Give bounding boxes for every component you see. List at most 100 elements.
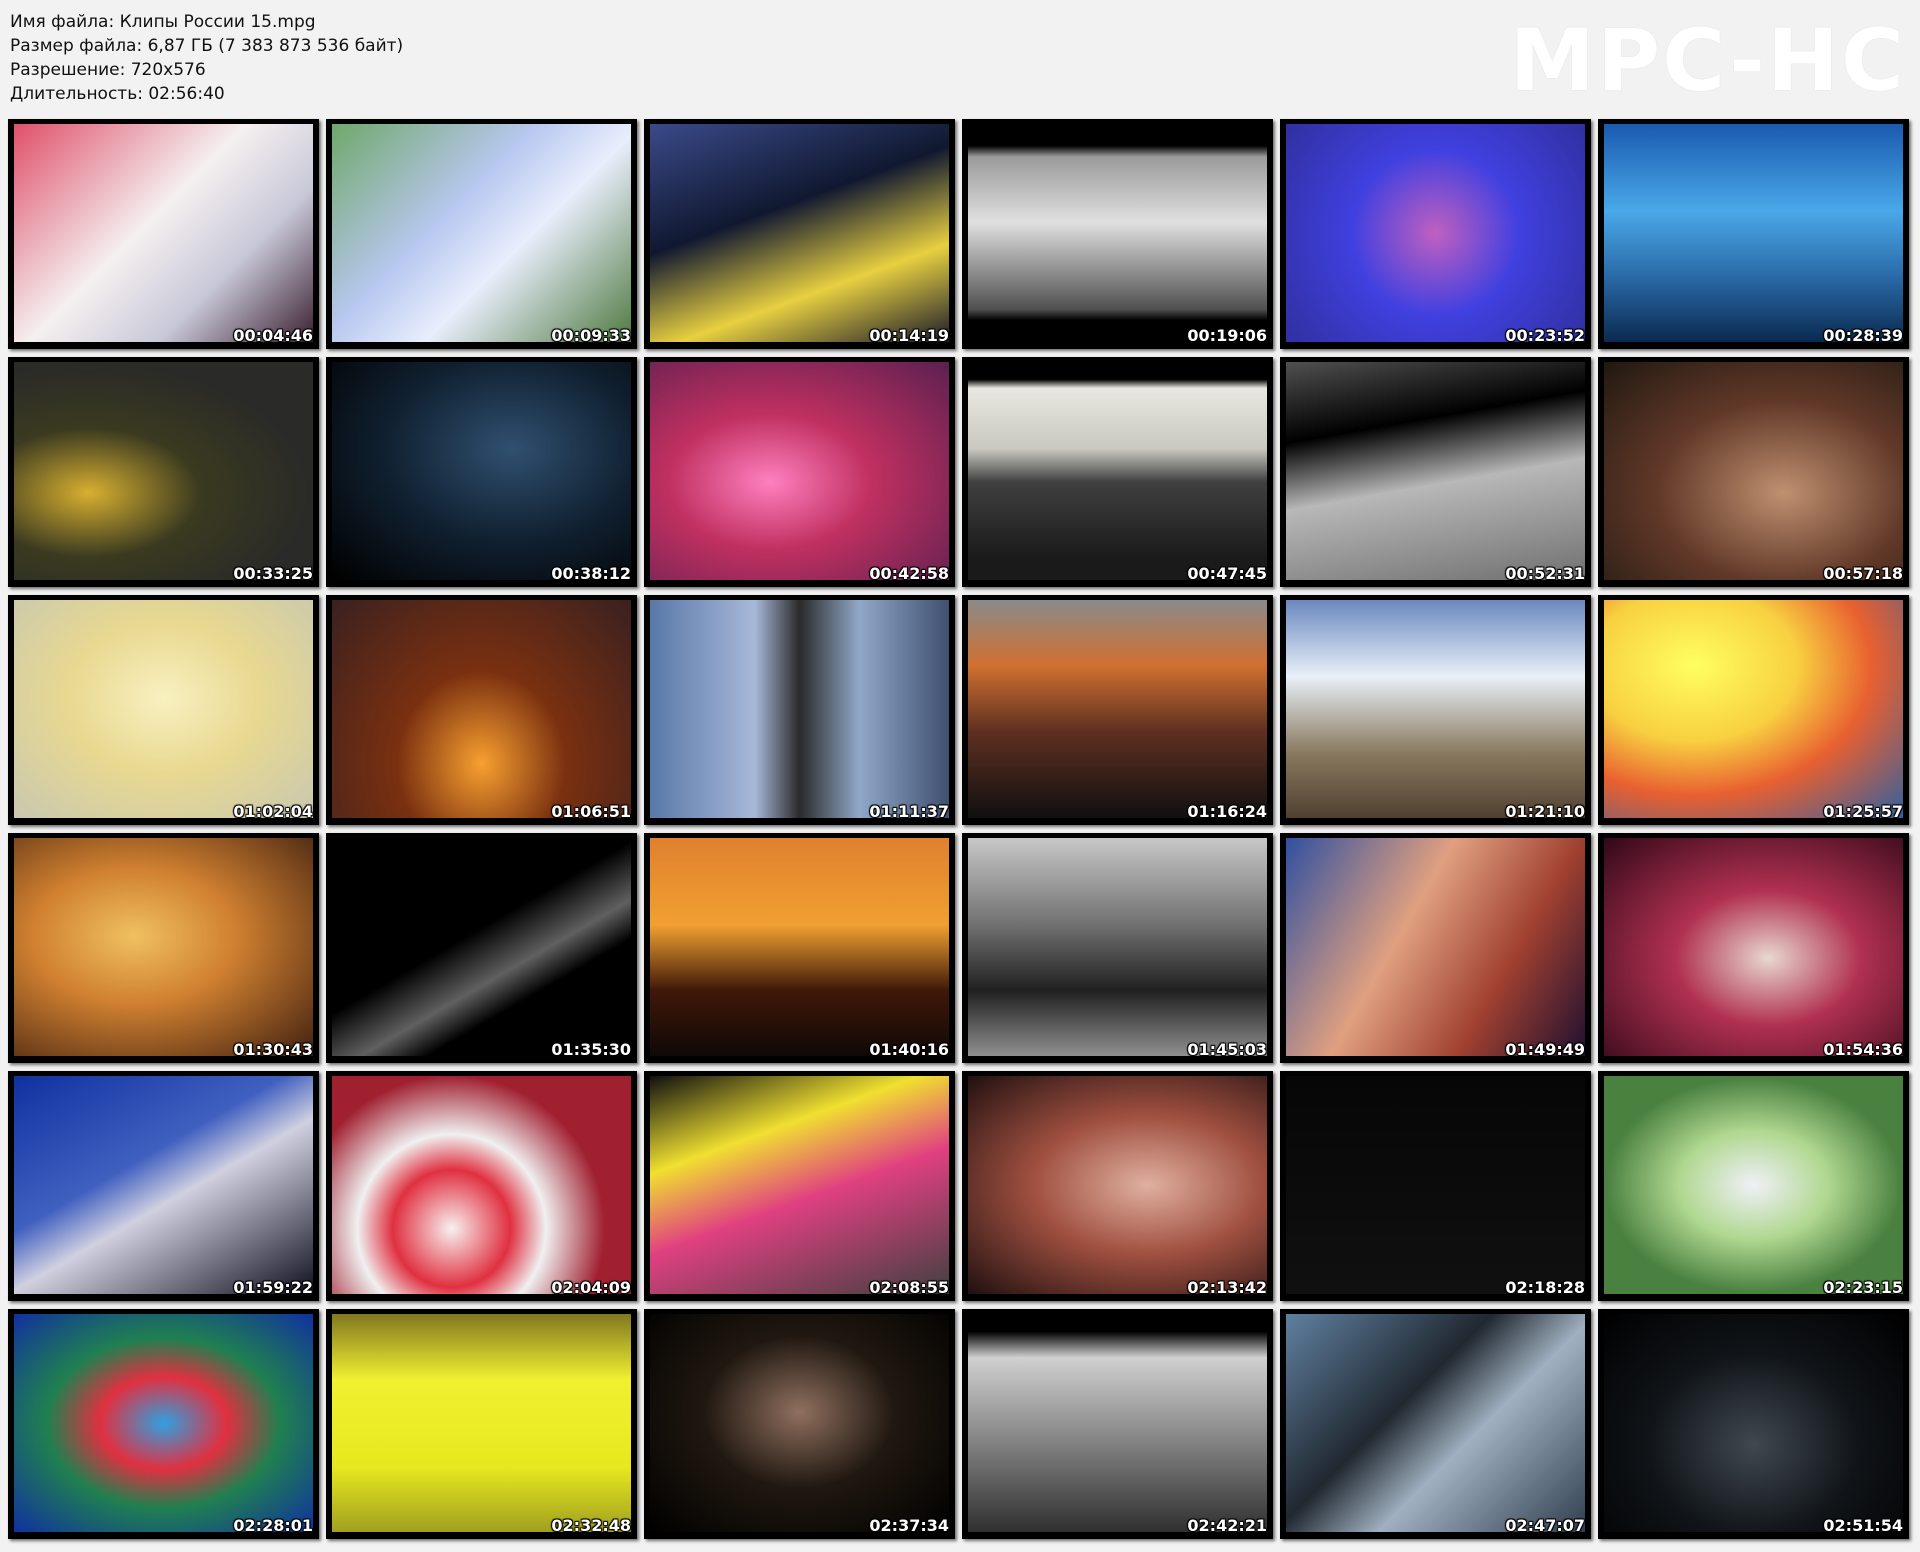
thumbnail-image (14, 362, 313, 580)
duration: Длительность: 02:56:40 (10, 84, 225, 104)
thumbnail: 01:35:30 (326, 833, 637, 1063)
timestamp: 02:08:55 (869, 1278, 949, 1297)
timestamp: 01:40:16 (869, 1040, 949, 1059)
thumbnail-image (14, 600, 313, 818)
thumbnail-image (650, 362, 949, 580)
thumbnail: 00:57:18 (1598, 357, 1909, 587)
timestamp: 00:47:45 (1187, 564, 1267, 583)
thumbnail-image (1604, 838, 1903, 1056)
thumbnail: 01:25:57 (1598, 595, 1909, 825)
thumbnail-image (332, 1076, 631, 1294)
thumbnail: 01:45:03 (962, 833, 1273, 1063)
thumbnail-image (1604, 1314, 1903, 1532)
thumbnail: 01:11:37 (644, 595, 955, 825)
thumbnail: 00:38:12 (326, 357, 637, 587)
thumbnail-image (332, 600, 631, 818)
timestamp: 02:32:48 (551, 1516, 631, 1535)
thumbnail-image (332, 838, 631, 1056)
timestamp: 01:54:36 (1823, 1040, 1903, 1059)
thumbnail: 02:47:07 (1280, 1309, 1591, 1539)
thumbnail-image (650, 124, 949, 342)
timestamp: 00:38:12 (551, 564, 631, 583)
thumbnail-image (1286, 600, 1585, 818)
thumbnail-image (1286, 838, 1585, 1056)
timestamp: 01:49:49 (1505, 1040, 1585, 1059)
thumbnail: 00:47:45 (962, 357, 1273, 587)
timestamp: 01:59:22 (233, 1278, 313, 1297)
thumbnail-image (968, 124, 1267, 342)
thumbnail: 02:08:55 (644, 1071, 955, 1301)
thumbnail: 02:42:21 (962, 1309, 1273, 1539)
thumbnail: 02:18:28 (1280, 1071, 1591, 1301)
thumbnail: 02:23:15 (1598, 1071, 1909, 1301)
thumbnail-image (332, 362, 631, 580)
timestamp: 01:35:30 (551, 1040, 631, 1059)
thumbnail: 02:32:48 (326, 1309, 637, 1539)
timestamp: 01:06:51 (551, 802, 631, 821)
thumbnail: 00:14:19 (644, 119, 955, 349)
thumbnail-image (14, 1076, 313, 1294)
thumbnail: 00:04:46 (8, 119, 319, 349)
file-info: Имя файла: Клипы России 15.mpg Размер фа… (10, 10, 403, 106)
timestamp: 00:04:46 (233, 326, 313, 345)
thumbnail-image (650, 1076, 949, 1294)
thumbnail-image (968, 1314, 1267, 1532)
thumbnail: 01:40:16 (644, 833, 955, 1063)
timestamp: 00:42:58 (869, 564, 949, 583)
thumbnail: 01:59:22 (8, 1071, 319, 1301)
file-size: Размер файла: 6,87 ГБ (7 383 873 536 бай… (10, 36, 404, 56)
thumbnail-image (650, 600, 949, 818)
timestamp: 01:21:10 (1505, 802, 1585, 821)
thumbnail-grid: 00:04:46 00:09:33 00:14:19 00:19:06 00:23:52… (8, 119, 1909, 1539)
thumbnail-image (14, 124, 313, 342)
timestamp: 01:11:37 (869, 802, 949, 821)
thumbnail: 02:04:09 (326, 1071, 637, 1301)
file-name: Имя файла: Клипы России 15.mpg (10, 12, 316, 32)
thumbnail-image (968, 362, 1267, 580)
mpc-hc-logo: MPC-HC (1509, 11, 1906, 111)
thumbnail-image (14, 1314, 313, 1532)
thumbnail: 02:51:54 (1598, 1309, 1909, 1539)
resolution: Разрешение: 720x576 (10, 60, 206, 80)
thumbnail-image (332, 124, 631, 342)
thumbnail: 00:52:31 (1280, 357, 1591, 587)
thumbnail: 01:49:49 (1280, 833, 1591, 1063)
thumbnail-image (1286, 1076, 1585, 1294)
thumbnail: 01:16:24 (962, 595, 1273, 825)
thumbnail: 01:21:10 (1280, 595, 1591, 825)
timestamp: 01:16:24 (1187, 802, 1267, 821)
timestamp: 00:28:39 (1823, 326, 1903, 345)
timestamp: 00:57:18 (1823, 564, 1903, 583)
timestamp: 02:04:09 (551, 1278, 631, 1297)
timestamp: 02:28:01 (233, 1516, 313, 1535)
thumbnail-image (1604, 362, 1903, 580)
timestamp: 02:42:21 (1187, 1516, 1267, 1535)
timestamp: 02:47:07 (1505, 1516, 1585, 1535)
timestamp: 00:23:52 (1505, 326, 1585, 345)
thumbnail: 01:30:43 (8, 833, 319, 1063)
timestamp: 00:14:19 (869, 326, 949, 345)
thumbnail-image (968, 838, 1267, 1056)
thumbnail-image (650, 838, 949, 1056)
thumbnail: 00:42:58 (644, 357, 955, 587)
thumbnail: 00:28:39 (1598, 119, 1909, 349)
thumbnail-image (1286, 1314, 1585, 1532)
timestamp: 01:45:03 (1187, 1040, 1267, 1059)
timestamp: 02:51:54 (1823, 1516, 1903, 1535)
timestamp: 02:37:34 (869, 1516, 949, 1535)
timestamp: 00:19:06 (1187, 326, 1267, 345)
thumbnail: 00:33:25 (8, 357, 319, 587)
timestamp: 01:30:43 (233, 1040, 313, 1059)
thumbnail-image (1604, 1076, 1903, 1294)
thumbnail: 00:23:52 (1280, 119, 1591, 349)
timestamp: 02:23:15 (1823, 1278, 1903, 1297)
timestamp: 01:02:04 (233, 802, 313, 821)
timestamp: 02:13:42 (1187, 1278, 1267, 1297)
thumbnail-image (650, 1314, 949, 1532)
timestamp: 00:33:25 (233, 564, 313, 583)
thumbnail-image (1604, 124, 1903, 342)
thumbnail-image (14, 838, 313, 1056)
timestamp: 00:52:31 (1505, 564, 1585, 583)
thumbnail-image (1286, 124, 1585, 342)
thumbnail: 01:06:51 (326, 595, 637, 825)
